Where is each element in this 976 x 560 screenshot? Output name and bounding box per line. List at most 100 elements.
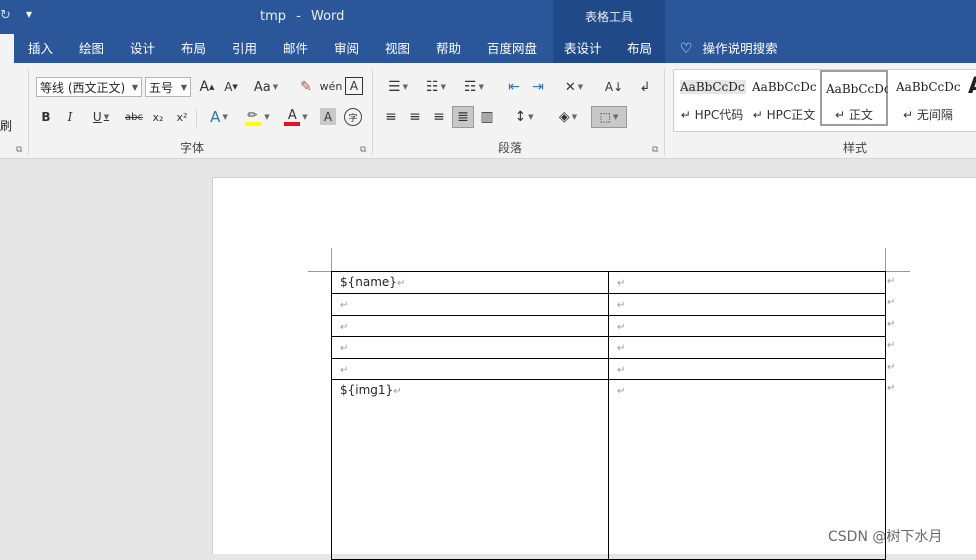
paragraph-mark: ↵	[340, 365, 349, 376]
style-no-spacing[interactable]: AaBbCcDc ↵ 无间隔	[894, 72, 962, 127]
bold-button[interactable]: B	[38, 108, 54, 126]
decrease-indent-icon[interactable]: ⇤	[504, 77, 524, 97]
table-cell[interactable]: ${img1}↵	[331, 379, 609, 560]
table-cell[interactable]: ↵	[608, 336, 886, 359]
clipboard-dialog-launcher-icon[interactable]: ⧉	[16, 145, 22, 155]
chinese-layout-button[interactable]: ✕ ▼	[558, 77, 590, 97]
tab-review[interactable]: 审阅	[334, 34, 359, 63]
table-cell[interactable]: ↵	[608, 271, 886, 294]
font-dialog-launcher-icon[interactable]: ⧉	[360, 145, 366, 155]
style-hpc-code[interactable]: AaBbCcDc ↵ HPC代码	[678, 72, 746, 127]
table-cell[interactable]: ↵	[331, 315, 609, 337]
document-name: tmp	[260, 9, 287, 24]
character-border-icon: A	[349, 79, 359, 93]
tab-table-layout[interactable]: 布局	[627, 34, 652, 63]
sort-icon[interactable]: A↓	[604, 77, 624, 97]
line-spacing-button[interactable]: ↕ ▼	[508, 107, 540, 127]
table-cell[interactable]: ↵	[608, 315, 886, 337]
crop-mark	[308, 271, 331, 272]
tab-insert[interactable]: 插入	[28, 34, 53, 63]
show-paragraph-marks-icon[interactable]: ↲	[636, 77, 654, 97]
tab-help[interactable]: 帮助	[436, 34, 461, 63]
align-left-icon[interactable]: ≡	[382, 107, 400, 127]
multilevel-list-button[interactable]: ☶ ▼	[458, 77, 490, 97]
styles-gallery: AaBbCcDc ↵ HPC代码 AaBbCcDc ↵ HPC正文 AaBbCc…	[673, 69, 976, 132]
justify-icon[interactable]: ≣	[452, 106, 474, 128]
borders-button[interactable]: ⬚ ▼	[591, 106, 627, 128]
multilevel-list-icon: ☶	[464, 79, 477, 95]
highlight-color-button[interactable]: ✏ ▼	[240, 107, 274, 127]
phonetic-guide-button[interactable]: wén	[320, 75, 343, 97]
highlighter-icon: ✏	[244, 108, 262, 126]
distributed-icon[interactable]: ▥	[478, 107, 496, 127]
tab-baidu-netdisk[interactable]: 百度网盘	[487, 34, 537, 63]
underline-button[interactable]: U ▼	[86, 108, 116, 126]
text-effects-button[interactable]: A ▼	[204, 107, 234, 127]
strikethrough-button[interactable]: abc	[123, 108, 145, 126]
font-color-button[interactable]: A ▼	[280, 107, 312, 127]
paragraph-mark: ↵	[617, 386, 626, 397]
style-normal[interactable]: AaBbCcDc ↵ 正文	[820, 70, 888, 126]
subscript-button[interactable]: x₂	[150, 108, 166, 126]
group-divider	[372, 69, 373, 155]
increase-indent-icon[interactable]: ⇥	[528, 77, 548, 97]
superscript-button[interactable]: x²	[174, 108, 190, 126]
enclose-characters-icon: 字	[348, 113, 358, 124]
tell-me-search[interactable]: ♡ 操作说明搜索	[680, 34, 778, 63]
title-bar: ↻ ▾ tmp - Word	[0, 0, 976, 34]
tab-table-design[interactable]: 表设计	[564, 34, 602, 63]
customize-quick-access-icon[interactable]: ▾	[26, 7, 32, 21]
bullets-icon: ☰	[388, 79, 401, 95]
subscript-icon: x₂	[152, 110, 164, 124]
shrink-font-icon: A	[224, 80, 233, 94]
grow-font-button[interactable]: A ▲	[198, 77, 216, 97]
chevron-down-icon: ▼	[131, 83, 138, 92]
table-cell[interactable]: ↵	[331, 358, 609, 380]
font-group-label: 字体	[180, 141, 205, 155]
align-right-icon[interactable]: ≡	[430, 107, 448, 127]
paragraph-mark: ↵	[340, 300, 349, 311]
tab-references[interactable]: 引用	[232, 34, 257, 63]
strikethrough-icon: abc	[125, 111, 143, 123]
undo-icon[interactable]: ↻	[0, 8, 11, 23]
window-title: tmp - Word	[260, 9, 344, 24]
table-cell[interactable]: ${name}↵	[331, 271, 609, 294]
shrink-font-button[interactable]: A ▼	[222, 77, 240, 97]
character-shading-button[interactable]: A	[320, 108, 336, 125]
clipboard-group: 刷 ⧉	[0, 63, 22, 158]
lightbulb-icon: ♡	[680, 41, 693, 57]
numbering-button[interactable]: ☷ ▼	[420, 77, 452, 97]
document-table[interactable]: ${name}↵ ↵ ↵ ↵ ↵ ↵ ↵ ↵ ↵ ↵ ${img1}↵ ↵	[331, 271, 886, 560]
change-case-button[interactable]: Aa ▼	[250, 77, 282, 97]
table-cell[interactable]: ↵	[331, 336, 609, 359]
paragraph-dialog-launcher-icon[interactable]: ⧉	[652, 145, 658, 155]
style-heading-sample-icon[interactable]: A	[968, 74, 976, 99]
align-center-icon[interactable]: ≡	[406, 107, 424, 127]
paint-bucket-icon: ◈	[558, 109, 570, 125]
format-painter-label[interactable]: 刷	[0, 117, 12, 134]
clear-formatting-icon[interactable]: ✎	[296, 77, 316, 97]
paragraph-mark: ↵	[617, 365, 626, 376]
style-hpc-body[interactable]: AaBbCcDc ↵ HPC正文	[750, 72, 818, 127]
bullets-button[interactable]: ☰ ▼	[382, 77, 414, 97]
font-size-dropdown[interactable]: 五号 ▼	[145, 77, 191, 97]
tab-design[interactable]: 设计	[130, 34, 155, 63]
tab-draw[interactable]: 绘图	[79, 34, 104, 63]
style-sample: AaBbCcDc	[680, 80, 746, 94]
group-divider	[28, 69, 29, 155]
table-cell[interactable]: ↵	[608, 293, 886, 316]
table-cell[interactable]: ↵	[608, 358, 886, 380]
style-name: ↵ HPC代码	[680, 108, 744, 122]
character-border-button[interactable]: A	[345, 77, 363, 95]
enclose-characters-button[interactable]: 字	[344, 108, 362, 126]
shading-button[interactable]: ◈ ▼	[552, 107, 584, 127]
table-cell[interactable]: ↵	[331, 293, 609, 316]
font-name-dropdown[interactable]: 等线 (西文正文) ▼	[36, 77, 142, 97]
tab-view[interactable]: 视图	[385, 34, 410, 63]
tab-mailings[interactable]: 邮件	[283, 34, 308, 63]
tab-layout[interactable]: 布局	[181, 34, 206, 63]
italic-button[interactable]: I	[62, 108, 78, 126]
tab-home[interactable]	[0, 34, 14, 63]
app-name: Word	[311, 9, 345, 24]
end-of-row-mark: ↵	[887, 340, 896, 351]
